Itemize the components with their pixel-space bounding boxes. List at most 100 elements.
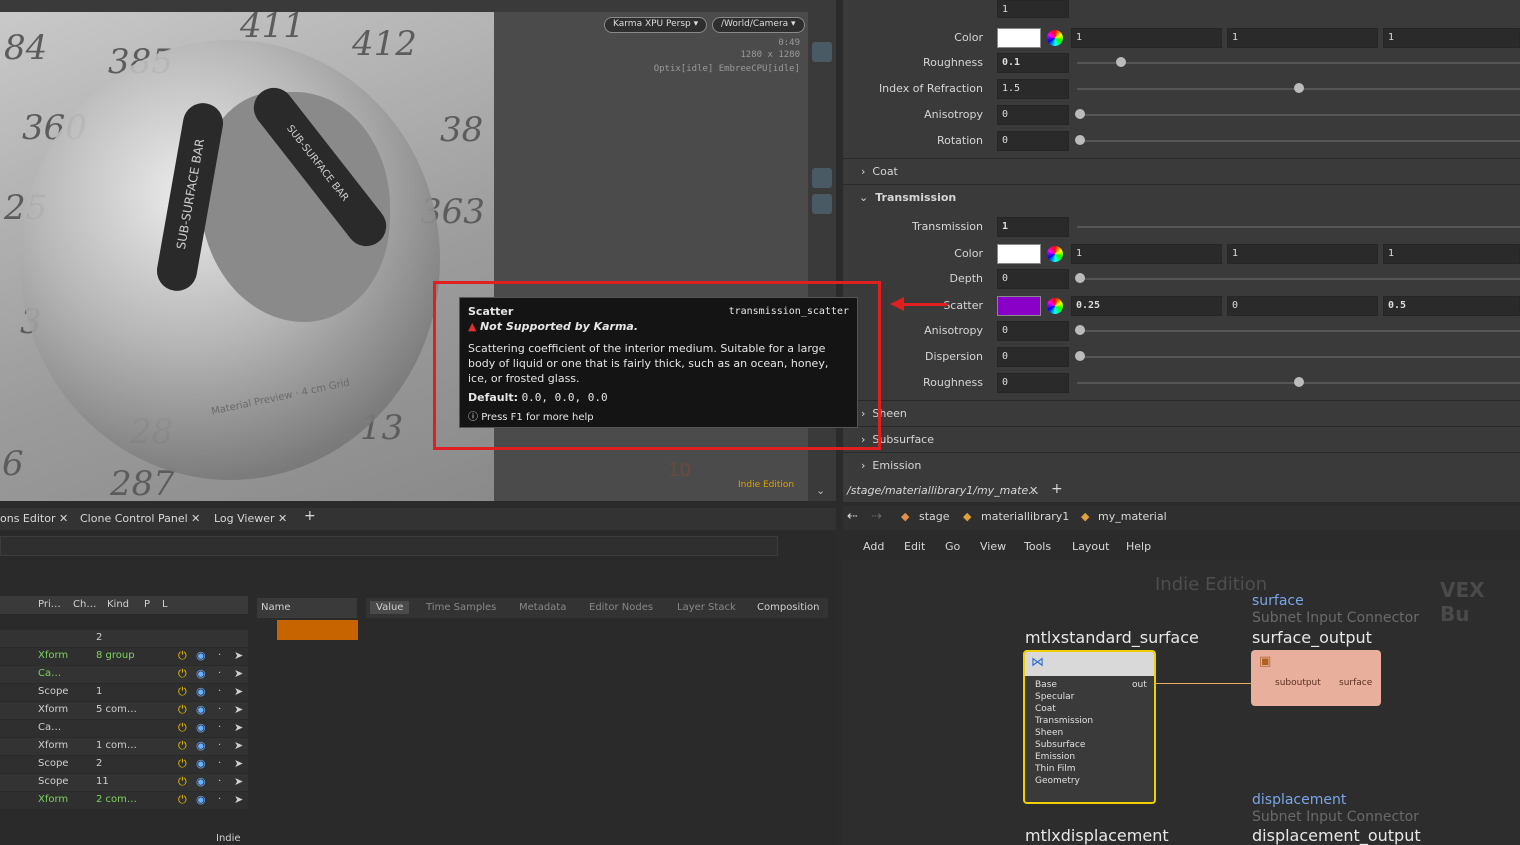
spec-color-g[interactable]: 1 bbox=[1227, 28, 1378, 48]
slider-knob[interactable] bbox=[1075, 109, 1085, 119]
table-row[interactable]: 2 bbox=[0, 630, 248, 647]
close-icon[interactable]: ✕ bbox=[191, 512, 200, 525]
table-row[interactable]: Scope 2 ⏻ ◉ · ➤ bbox=[0, 756, 248, 773]
crumb-stage[interactable]: stage bbox=[919, 510, 950, 523]
tab-time-samples[interactable]: Time Samples bbox=[426, 602, 496, 613]
power-icon[interactable]: ⏻ bbox=[178, 667, 187, 681]
dot-icon[interactable]: · bbox=[218, 740, 221, 751]
record-icon[interactable] bbox=[812, 460, 832, 480]
tr-anisotropy-slider[interactable] bbox=[1077, 330, 1520, 332]
eye-icon[interactable]: ◉ bbox=[196, 703, 206, 716]
select-cursor-icon[interactable]: ➤ bbox=[234, 793, 243, 806]
col-kind[interactable]: Kind bbox=[107, 599, 129, 610]
tr-color-r[interactable]: 1 bbox=[1071, 244, 1222, 264]
emission-section-header[interactable]: › Emission bbox=[861, 459, 921, 472]
depth-field[interactable]: 0 bbox=[997, 269, 1069, 289]
tab-clone-control[interactable]: Clone Control Panel ✕ bbox=[80, 512, 200, 525]
select-cursor-icon[interactable]: ➤ bbox=[234, 685, 243, 698]
network-path-tab[interactable]: /stage/materiallibrary1/my_mate… bbox=[847, 484, 1039, 497]
dispersion-slider[interactable] bbox=[1077, 356, 1520, 358]
add-tab-icon[interactable]: + bbox=[1051, 481, 1063, 497]
crumb-materiallibrary[interactable]: materiallibrary1 bbox=[981, 510, 1069, 523]
color-wheel-icon[interactable] bbox=[1047, 298, 1063, 314]
color-wheel-icon[interactable] bbox=[1047, 30, 1063, 46]
select-cursor-icon[interactable]: ➤ bbox=[234, 649, 243, 662]
table-row[interactable]: Xform 8 group ⏻ ◉ · ➤ bbox=[0, 648, 248, 665]
eye-icon[interactable]: ◉ bbox=[196, 649, 206, 662]
crumb-material[interactable]: my_material bbox=[1098, 510, 1167, 523]
spec-color-swatch[interactable] bbox=[997, 28, 1041, 48]
slider-knob[interactable] bbox=[1075, 273, 1085, 283]
close-icon[interactable]: ✕ bbox=[278, 512, 287, 525]
color-wheel-icon[interactable] bbox=[1047, 246, 1063, 262]
menu-view[interactable]: View bbox=[980, 540, 1006, 553]
snap-icon[interactable] bbox=[812, 42, 832, 62]
power-icon[interactable]: ⏻ bbox=[178, 721, 187, 735]
spec-roughness-field[interactable]: 0.1 bbox=[997, 53, 1069, 73]
forward-icon[interactable]: ⇢ bbox=[871, 509, 882, 524]
handle-icon[interactable] bbox=[812, 94, 832, 114]
light-icon[interactable] bbox=[812, 120, 832, 140]
spec-color-r[interactable]: 1 bbox=[1071, 28, 1222, 48]
menu-layout[interactable]: Layout bbox=[1072, 540, 1109, 553]
transmission-section-header[interactable]: ⌄ Transmission bbox=[859, 191, 956, 204]
tr-color-b[interactable]: 1 bbox=[1383, 244, 1520, 264]
table-row[interactable]: Scope 1 ⏻ ◉ · ➤ bbox=[0, 684, 248, 701]
tab-composition[interactable]: Composition bbox=[757, 602, 819, 613]
spec-color-b[interactable]: 1 bbox=[1383, 28, 1520, 48]
menu-help[interactable]: Help bbox=[1126, 540, 1151, 553]
selected-value-cell[interactable] bbox=[277, 620, 358, 640]
scatter-color-swatch[interactable] bbox=[997, 296, 1041, 316]
col-l[interactable]: L bbox=[162, 599, 168, 610]
menu-add[interactable]: Add bbox=[863, 540, 884, 553]
eye-icon[interactable]: ◉ bbox=[196, 685, 206, 698]
menu-edit[interactable]: Edit bbox=[904, 540, 925, 553]
spec-anisotropy-slider[interactable] bbox=[1077, 114, 1520, 116]
power-icon[interactable]: ⏻ bbox=[178, 739, 187, 753]
spec-roughness-slider[interactable] bbox=[1077, 62, 1520, 64]
close-icon[interactable]: ✕ bbox=[1029, 484, 1038, 497]
power-icon[interactable]: ⏻ bbox=[178, 793, 187, 807]
table-row[interactable]: Ca… ⏻ ◉ · ➤ bbox=[0, 666, 248, 683]
eye-icon[interactable]: ◉ bbox=[196, 775, 206, 788]
slider-knob[interactable] bbox=[1293, 377, 1304, 387]
tab-log-viewer[interactable]: Log Viewer ✕ bbox=[214, 512, 287, 525]
dot-icon[interactable]: · bbox=[218, 722, 221, 733]
transmission-field[interactable]: 1 bbox=[997, 217, 1069, 237]
renderer-dropdown[interactable]: Karma XPU Persp ▾ bbox=[604, 17, 708, 33]
slider-knob[interactable] bbox=[1116, 57, 1127, 67]
power-icon[interactable]: ⏻ bbox=[178, 703, 187, 717]
transmission-slider[interactable] bbox=[1077, 226, 1520, 228]
scatter-r[interactable]: 0.25 bbox=[1071, 296, 1222, 316]
dot-icon[interactable]: · bbox=[218, 794, 221, 805]
network-canvas[interactable] bbox=[843, 560, 1520, 845]
menu-tools[interactable]: Tools bbox=[1024, 540, 1051, 553]
col-children[interactable]: Ch… bbox=[73, 599, 96, 610]
menu-go[interactable]: Go bbox=[945, 540, 960, 553]
eye-icon[interactable]: ◉ bbox=[196, 739, 206, 752]
tab-value[interactable]: Value bbox=[370, 601, 410, 614]
tab-metadata[interactable]: Metadata bbox=[519, 602, 566, 613]
table-row[interactable]: Ca… ⏻ ◉ · ➤ bbox=[0, 720, 248, 737]
scatter-g[interactable]: 0 bbox=[1227, 296, 1378, 316]
select-cursor-icon[interactable]: ➤ bbox=[234, 739, 243, 752]
select-cursor-icon[interactable]: ➤ bbox=[234, 757, 243, 770]
tr-roughness-field[interactable]: 0 bbox=[997, 373, 1069, 393]
tr-anisotropy-field[interactable]: 0 bbox=[997, 321, 1069, 341]
dispersion-field[interactable]: 0 bbox=[997, 347, 1069, 367]
tab-editor[interactable]: ons Editor ✕ bbox=[0, 512, 68, 525]
rotation-field[interactable]: 0 bbox=[997, 131, 1069, 151]
geometry-icon[interactable] bbox=[812, 144, 832, 164]
tr-color-g[interactable]: 1 bbox=[1227, 244, 1378, 264]
glasses-icon[interactable] bbox=[812, 246, 832, 266]
headlight-icon[interactable] bbox=[812, 168, 832, 188]
chevron-down-icon[interactable]: ⌄ bbox=[816, 484, 825, 497]
back-icon[interactable]: ⇠ bbox=[847, 509, 858, 524]
dot-icon[interactable]: · bbox=[218, 668, 221, 679]
power-icon[interactable]: ⏻ bbox=[178, 775, 187, 789]
depth-slider[interactable] bbox=[1077, 278, 1520, 280]
dot-icon[interactable]: · bbox=[218, 650, 221, 661]
table-row[interactable]: Xform 5 com… ⏻ ◉ · ➤ bbox=[0, 702, 248, 719]
surface-output-node[interactable]: ▣ suboutput surface bbox=[1251, 650, 1381, 706]
mtlxstandard-surface-node[interactable]: ⋈ Base Specular Coat Transmission Sheen Subsu… bbox=[1023, 650, 1156, 804]
